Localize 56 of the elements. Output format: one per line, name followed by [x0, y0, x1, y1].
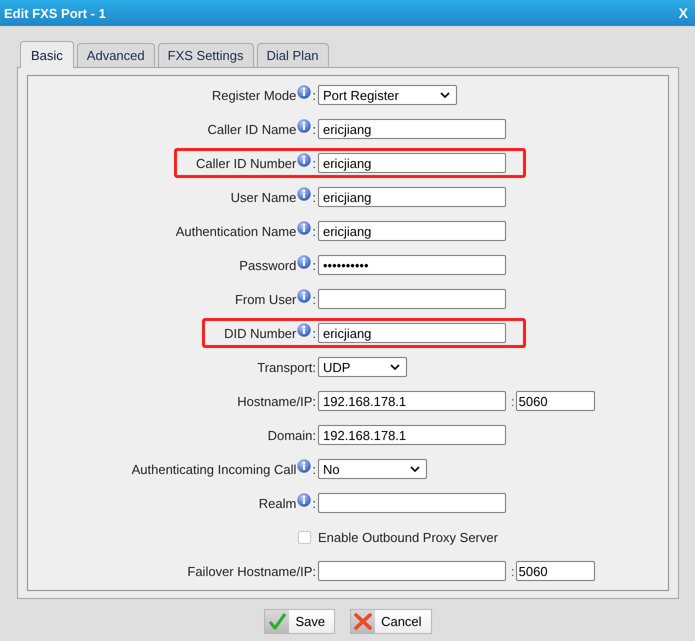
- checkbox[interactable]: [298, 530, 311, 544]
- cancel-button[interactable]: Cancel: [350, 609, 432, 634]
- window-title: Edit FXS Port - 1: [4, 6, 106, 20]
- port-field[interactable]: 5060: [516, 561, 595, 581]
- checkbox-label: Enable Outbound Proxy Server: [318, 530, 498, 544]
- field-label: DID Number: [224, 326, 296, 340]
- save-button[interactable]: Save: [264, 609, 336, 634]
- text-field[interactable]: 192.168.178.1: [318, 425, 506, 445]
- field-label: Password: [239, 258, 296, 272]
- dropdown[interactable]: No: [318, 459, 427, 479]
- colon-separator: :: [312, 326, 316, 340]
- field-label: From User: [234, 292, 296, 306]
- chevron-down-icon: [390, 364, 400, 370]
- field-label: Hostname/IP:: [237, 394, 316, 408]
- colon-separator: :: [312, 156, 316, 170]
- colon-separator: :: [312, 258, 316, 272]
- text-field[interactable]: ericjiang: [318, 153, 506, 173]
- tab[interactable]: Dial Plan: [256, 43, 329, 67]
- checkmark-icon: [265, 610, 290, 633]
- port-field[interactable]: 5060: [516, 391, 595, 411]
- text-field[interactable]: [318, 561, 506, 581]
- dropdown[interactable]: UDP: [318, 357, 407, 377]
- text-field[interactable]: [318, 493, 506, 513]
- text-field[interactable]: ericjiang: [318, 187, 506, 207]
- colon-separator: :: [312, 88, 316, 102]
- colon-separator: :: [312, 496, 316, 510]
- colon-separator: :: [312, 224, 316, 238]
- colon-separator: :: [312, 462, 316, 476]
- text-field[interactable]: [318, 289, 506, 309]
- field-label: Authentication Name: [176, 224, 296, 238]
- text-field[interactable]: ericjiang: [318, 323, 506, 343]
- field-label: Caller ID Number: [196, 156, 296, 170]
- tab[interactable]: Advanced: [76, 43, 155, 67]
- field-label: Transport:: [257, 360, 316, 374]
- chevron-down-icon: [440, 92, 450, 98]
- password-field[interactable]: ••••••••••: [318, 255, 506, 275]
- dropdown[interactable]: Port Register: [318, 85, 457, 105]
- field-label: Register Mode: [212, 88, 296, 102]
- tab[interactable]: FXS Settings: [158, 43, 254, 67]
- chevron-down-icon: [410, 466, 420, 472]
- colon-separator: :: [312, 190, 316, 204]
- text-field[interactable]: ericjiang: [318, 119, 506, 139]
- colon-separator: :: [511, 564, 515, 578]
- text-field[interactable]: ericjiang: [318, 221, 506, 241]
- field-label: Failover Hostname/IP:: [187, 564, 316, 578]
- text-field[interactable]: 192.168.178.1: [318, 391, 506, 411]
- field-label: User Name: [230, 190, 296, 204]
- colon-separator: :: [312, 122, 316, 136]
- field-label: Authenticating Incoming Call: [132, 462, 296, 476]
- field-label: Realm: [258, 496, 296, 510]
- colon-separator: :: [312, 292, 316, 306]
- tab[interactable]: Basic: [20, 41, 74, 68]
- cross-icon: [351, 610, 376, 633]
- colon-separator: :: [511, 394, 515, 408]
- field-label: Caller ID Name: [208, 122, 296, 136]
- field-label: Domain:: [268, 428, 316, 442]
